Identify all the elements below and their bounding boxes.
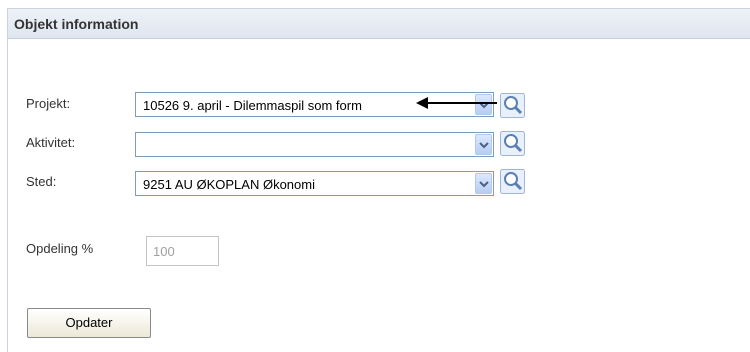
aktivitet-lookup-magnifier-icon[interactable] bbox=[500, 131, 525, 156]
arrow-left-icon bbox=[416, 97, 497, 109]
projekt-lookup-magnifier-icon[interactable] bbox=[500, 93, 525, 118]
opdeling-percent-value: 100 bbox=[153, 244, 175, 259]
page: Objekt information Projekt: 10526 9. apr… bbox=[0, 0, 750, 352]
sted-dropdown-button[interactable] bbox=[475, 173, 492, 194]
projekt-select-value: 10526 9. april - Dilemmaspil som form bbox=[143, 98, 362, 113]
sted-select[interactable]: 9251 AU ØKOPLAN Økonomi bbox=[135, 171, 494, 196]
sted-label: Sted: bbox=[26, 174, 57, 189]
opdeling-label: Opdeling % bbox=[26, 241, 94, 256]
chevron-down-icon bbox=[479, 181, 489, 188]
panel-title: Objekt information bbox=[14, 16, 139, 32]
projekt-label: Projekt: bbox=[26, 96, 71, 111]
panel-header: Objekt information bbox=[8, 9, 750, 39]
aktivitet-dropdown-button[interactable] bbox=[475, 134, 492, 155]
sted-select-value: 9251 AU ØKOPLAN Økonomi bbox=[143, 177, 315, 192]
chevron-down-icon bbox=[479, 142, 489, 149]
update-button[interactable]: Opdater bbox=[27, 308, 151, 338]
aktivitet-label: Aktivitet: bbox=[26, 135, 76, 150]
sted-lookup-magnifier-icon[interactable] bbox=[500, 169, 525, 194]
opdeling-percent-input[interactable]: 100 bbox=[146, 236, 219, 266]
aktivitet-select[interactable] bbox=[135, 132, 494, 157]
